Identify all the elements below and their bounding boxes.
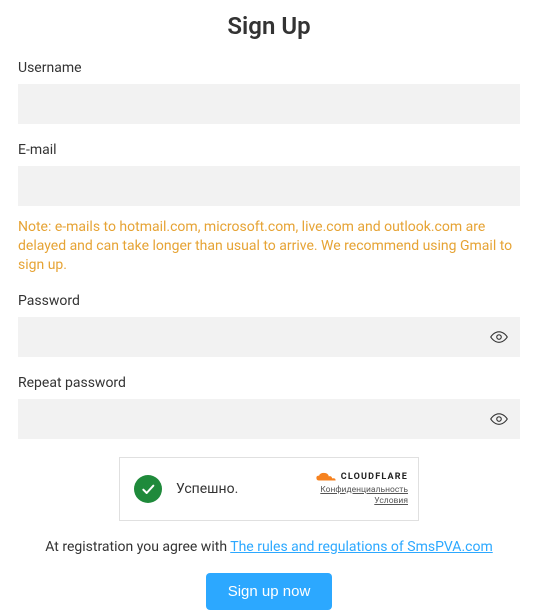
captcha-success-icon <box>134 475 162 503</box>
captcha-brand-text: CLOUDFLARE <box>341 472 408 482</box>
password-field-group: Password <box>18 293 520 357</box>
email-field-group: E-mail <box>18 142 520 206</box>
sign-up-button[interactable]: Sign up now <box>206 573 333 610</box>
email-label: E-mail <box>18 142 520 158</box>
username-field-group: Username <box>18 60 520 124</box>
page-title: Sign Up <box>18 12 520 40</box>
password-input[interactable] <box>18 317 520 357</box>
agreement-line: At registration you agree with The rules… <box>18 539 520 555</box>
captcha-brand: CLOUDFLARE Конфиденциальность Условия <box>315 471 408 507</box>
repeat-password-input[interactable] <box>18 399 520 439</box>
repeat-password-field-group: Repeat password <box>18 375 520 439</box>
toggle-password-visibility[interactable] <box>488 326 510 348</box>
agreement-prefix: At registration you agree with <box>45 539 230 555</box>
repeat-password-label: Repeat password <box>18 375 520 391</box>
captcha-widget: Успешно. CLOUDFLARE Конфиденциальность У… <box>119 457 419 521</box>
captcha-terms-link[interactable]: Условия <box>374 496 408 507</box>
toggle-repeat-password-visibility[interactable] <box>488 408 510 430</box>
username-label: Username <box>18 60 520 76</box>
captcha-privacy-link[interactable]: Конфиденциальность <box>320 485 408 496</box>
email-note: Note: e-mails to hotmail.com, microsoft.… <box>18 218 520 275</box>
password-label: Password <box>18 293 520 309</box>
cloudflare-icon <box>315 471 337 483</box>
eye-icon <box>490 410 508 428</box>
username-input[interactable] <box>18 84 520 124</box>
email-input[interactable] <box>18 166 520 206</box>
eye-icon <box>490 328 508 346</box>
captcha-status-text: Успешно. <box>176 481 315 497</box>
rules-link[interactable]: The rules and regulations of SmsPVA.com <box>230 539 493 555</box>
